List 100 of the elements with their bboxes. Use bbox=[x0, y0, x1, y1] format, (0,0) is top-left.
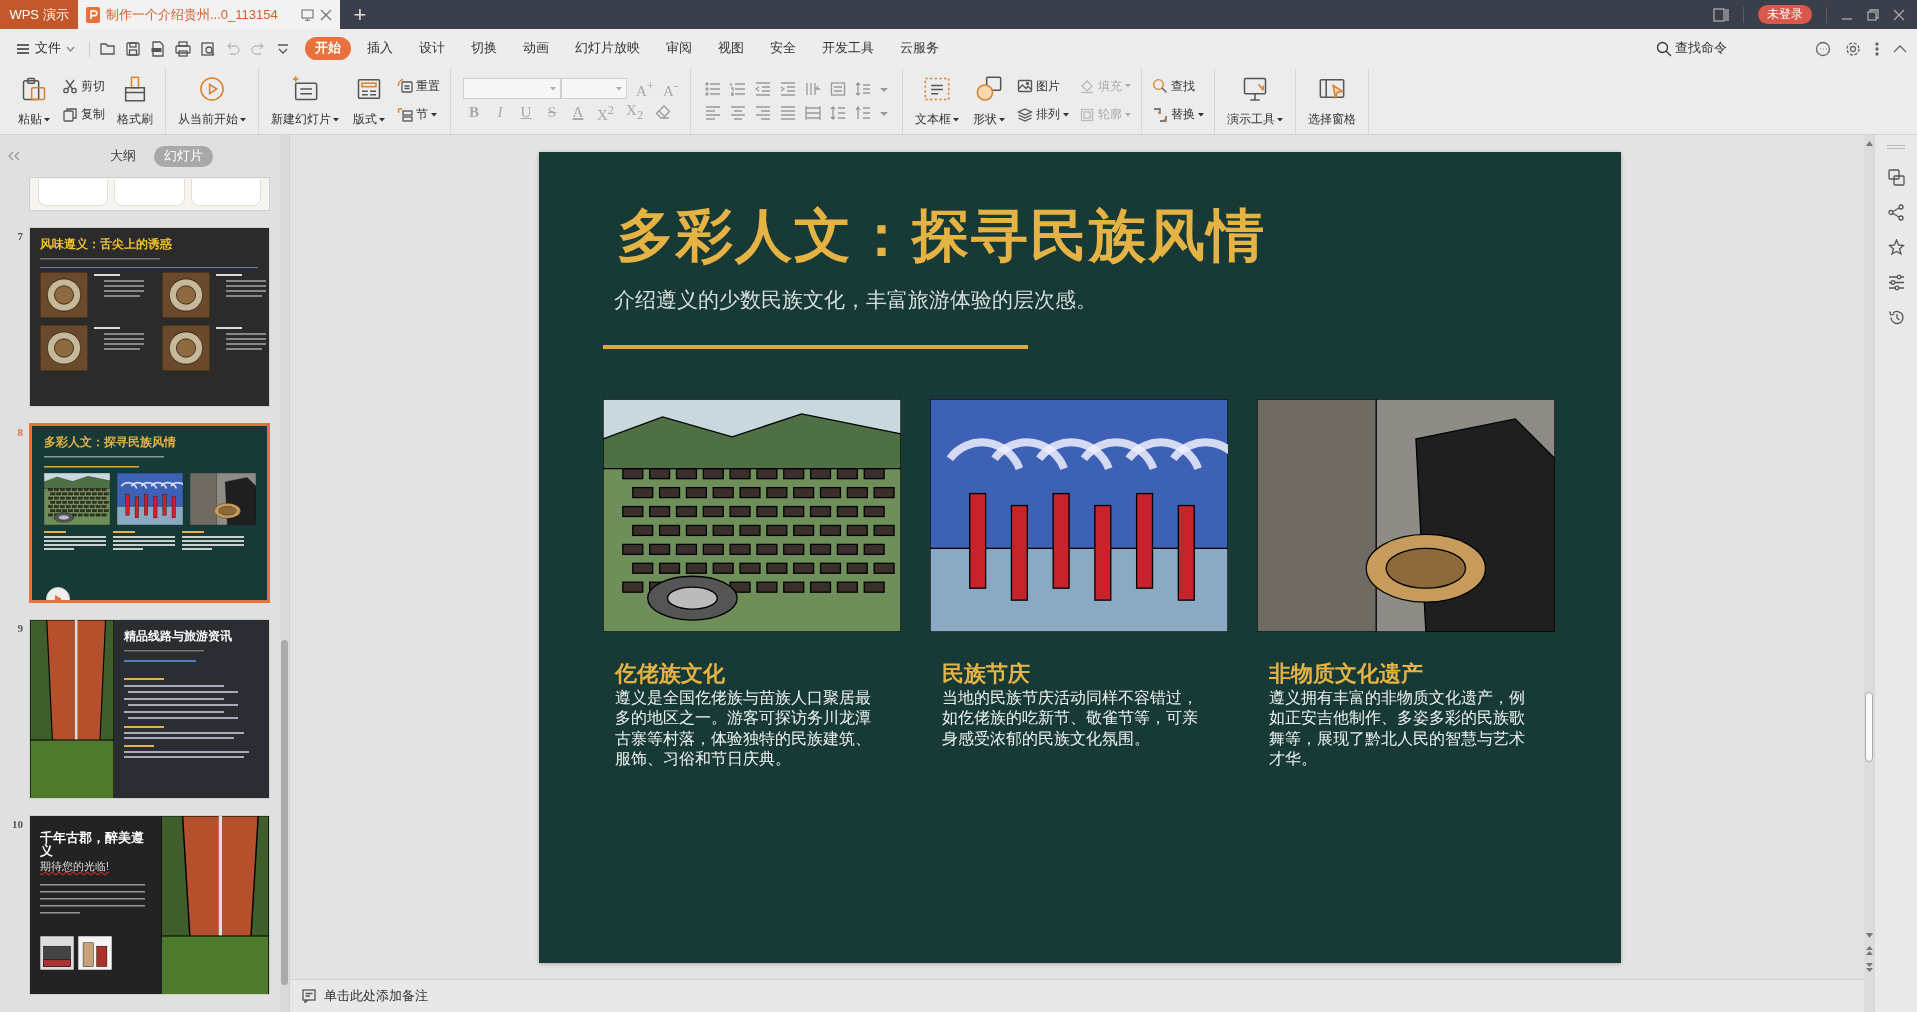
decrease-indent-icon[interactable] bbox=[754, 80, 771, 97]
caret-icon bbox=[998, 117, 1005, 122]
slide-thumbnail[interactable] bbox=[29, 177, 270, 211]
chevron-up-icon[interactable] bbox=[1893, 44, 1907, 53]
caret-icon bbox=[333, 117, 339, 122]
monitor-icon[interactable] bbox=[301, 8, 314, 21]
ribbon-tab[interactable]: 安全 bbox=[760, 37, 806, 60]
ribbon-tab[interactable]: 幻灯片放映 bbox=[565, 37, 650, 60]
font-name-field[interactable] bbox=[463, 78, 561, 100]
side-panel-icon[interactable] bbox=[1713, 7, 1729, 22]
notes-bar[interactable]: 单击此处添加备注 bbox=[290, 979, 1864, 1012]
close-icon[interactable] bbox=[1893, 8, 1905, 21]
scrollbar-thumb[interactable] bbox=[1865, 692, 1873, 762]
app-tab[interactable]: WPS 演示 bbox=[0, 0, 78, 29]
caret-icon bbox=[952, 117, 959, 122]
layers-icon bbox=[1016, 106, 1033, 123]
caret-icon bbox=[1062, 112, 1069, 117]
replace-button[interactable]: 替换 bbox=[1149, 105, 1206, 125]
section-heading: 仡佬族文化 bbox=[615, 661, 726, 687]
collapse-icon[interactable] bbox=[8, 151, 20, 161]
eraser-icon[interactable] bbox=[655, 104, 672, 121]
share-icon[interactable] bbox=[1887, 204, 1905, 221]
shape-icon bbox=[974, 75, 1003, 103]
bullet-list-icon[interactable] bbox=[704, 80, 721, 97]
ribbon-tab[interactable]: 动画 bbox=[513, 37, 559, 60]
view-tab[interactable]: 大纲 bbox=[100, 145, 146, 167]
picture-button[interactable]: 图片 bbox=[1014, 76, 1071, 96]
settings-icon[interactable] bbox=[1845, 40, 1861, 57]
ribbon-tab[interactable]: 开发工具 bbox=[812, 37, 884, 60]
save-icon[interactable] bbox=[125, 40, 141, 57]
restore-icon[interactable] bbox=[1867, 8, 1879, 21]
distribute-icon[interactable] bbox=[804, 104, 821, 121]
document-tab[interactable]: 制作一个介绍贵州...0_113154 bbox=[78, 0, 340, 29]
ribbon-tab[interactable]: 视图 bbox=[708, 37, 754, 60]
slide-thumbnail[interactable]: 风味遵义：舌尖上的诱惑 bbox=[29, 227, 270, 407]
paragraph-spacing-icon[interactable] bbox=[854, 104, 871, 121]
slide-number: 10 bbox=[11, 817, 24, 830]
slide-thumbnail[interactable]: 精品线路与旅游资讯 bbox=[29, 619, 270, 799]
layout-button[interactable]: 版式 bbox=[349, 71, 389, 130]
line-spacing-icon[interactable] bbox=[854, 80, 871, 97]
align-left-icon[interactable] bbox=[704, 104, 721, 121]
sliders-icon[interactable] bbox=[1887, 274, 1905, 291]
text-lines-drawing bbox=[182, 530, 244, 550]
text-lines-drawing bbox=[216, 327, 266, 350]
scrollbar[interactable] bbox=[280, 135, 289, 1012]
increase-indent-icon[interactable] bbox=[779, 80, 796, 97]
print-preview-icon[interactable] bbox=[200, 40, 216, 57]
file-menu[interactable]: 文件 bbox=[12, 37, 79, 60]
login-button[interactable]: 未登录 bbox=[1758, 5, 1812, 24]
search-command[interactable]: 查找命令 bbox=[1656, 40, 1727, 57]
ribbon-tab[interactable]: 审阅 bbox=[656, 37, 702, 60]
chat-bubble-icon[interactable] bbox=[1815, 40, 1831, 57]
reset-button[interactable]: 重置 bbox=[395, 76, 442, 96]
search-icon bbox=[1656, 40, 1672, 57]
ribbon-tab[interactable]: 云服务 bbox=[890, 37, 949, 60]
section-text: 遵义是全国仡佬族与苗族人口聚居最多的地区之一。游客可探访务川龙潭古寨等村落，体验独特的民族建筑、服饰、习俗和节日庆典。 bbox=[615, 687, 872, 769]
photo-placeholder bbox=[190, 472, 256, 525]
photo-placeholder bbox=[40, 935, 74, 970]
play-circle-button[interactable]: 从当前开始 bbox=[174, 71, 250, 130]
slide-thumbnail[interactable]: 多彩人文：探寻民族风情 bbox=[29, 423, 270, 603]
pdf-file-icon[interactable] bbox=[150, 40, 166, 57]
clipboard-button[interactable]: 粘贴 bbox=[14, 71, 54, 130]
more-options-icon[interactable] bbox=[1875, 41, 1879, 56]
brush-button[interactable]: 格式刷 bbox=[113, 71, 157, 130]
undo-icon[interactable] bbox=[225, 40, 241, 57]
presenter-screen-button[interactable]: 演示工具 bbox=[1222, 71, 1287, 130]
scissors-button[interactable]: 剪切 bbox=[60, 76, 107, 96]
history-icon[interactable] bbox=[1887, 309, 1905, 326]
star-icon[interactable] bbox=[1887, 239, 1905, 256]
ribbon-tab[interactable]: 切换 bbox=[461, 37, 507, 60]
text-direction-icon[interactable] bbox=[804, 80, 821, 97]
ribbon-tab[interactable]: 设计 bbox=[409, 37, 455, 60]
shape-button[interactable]: 形状 bbox=[968, 71, 1009, 130]
text-box-button[interactable]: 文本框 bbox=[910, 71, 963, 130]
scroll-up-icon[interactable] bbox=[1865, 141, 1873, 146]
close-icon[interactable] bbox=[320, 8, 332, 21]
new-tab-button[interactable]: + bbox=[340, 0, 380, 29]
switch-window-icon[interactable] bbox=[1887, 169, 1905, 186]
folder-icon[interactable] bbox=[100, 40, 116, 57]
column-spacing-icon[interactable] bbox=[829, 104, 846, 121]
font-size-field[interactable] bbox=[561, 78, 627, 100]
copy-button[interactable]: 复制 bbox=[60, 105, 107, 125]
new-slide-button[interactable]: 新建幻灯片 bbox=[267, 71, 343, 130]
scrollbar-thumb[interactable] bbox=[281, 640, 288, 985]
numbered-list-icon[interactable] bbox=[729, 80, 746, 97]
scrollbar[interactable] bbox=[1864, 135, 1874, 1012]
scroll-down-icon[interactable] bbox=[1865, 933, 1873, 938]
section-icon bbox=[397, 106, 413, 123]
layers-button[interactable]: 排列 bbox=[1014, 105, 1071, 125]
redo-icon[interactable] bbox=[250, 40, 266, 57]
align-right-icon[interactable] bbox=[754, 104, 771, 121]
section-button[interactable]: 节 bbox=[395, 105, 442, 125]
align-center-icon[interactable] bbox=[729, 104, 746, 121]
printer-icon[interactable] bbox=[175, 40, 191, 57]
slide-thumbnail[interactable]: 千年古郡，醉美遵义 期待您的光临! bbox=[29, 815, 270, 995]
selection-pane-button[interactable]: 选择窗格 bbox=[1303, 71, 1360, 130]
justify-icon[interactable] bbox=[779, 104, 796, 121]
align-box-icon[interactable] bbox=[829, 80, 846, 97]
ribbon-tab[interactable]: 插入 bbox=[357, 37, 403, 60]
search-button[interactable]: 查找 bbox=[1149, 76, 1206, 96]
